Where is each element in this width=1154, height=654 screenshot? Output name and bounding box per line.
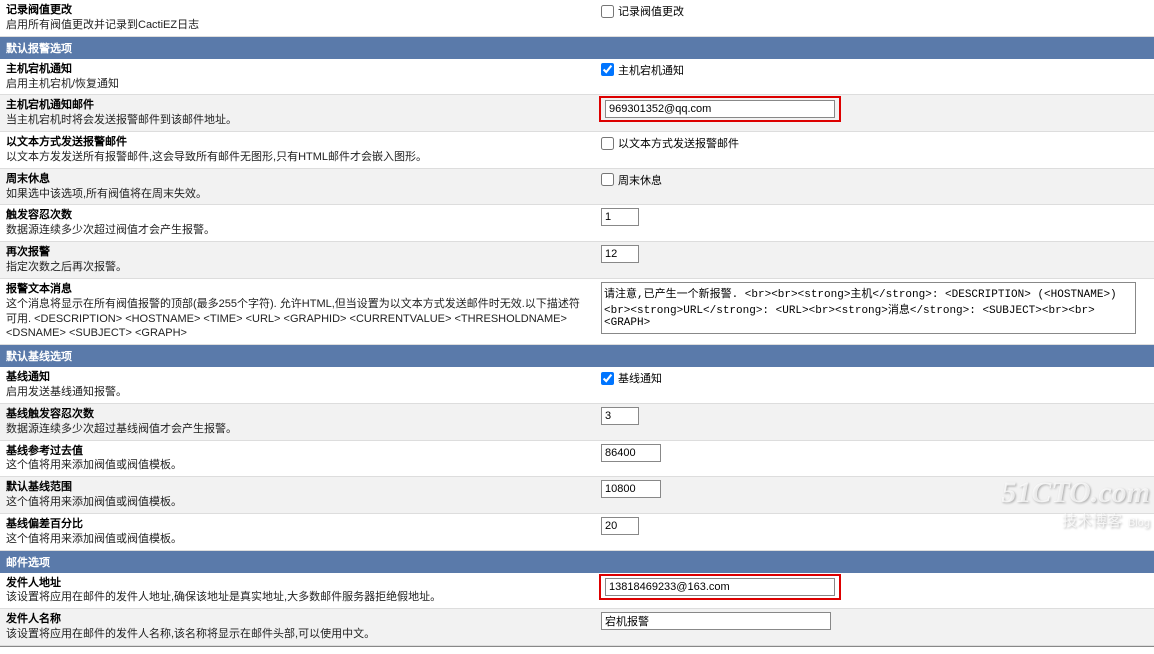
log-threshold-checkbox[interactable] bbox=[601, 5, 614, 18]
baseline-range-desc: 这个值将用来添加阀值或阀值模板。 bbox=[6, 495, 589, 510]
baseline-notify-row: 基线通知 启用发送基线通知报警。 基线通知 bbox=[0, 367, 1154, 404]
alert-section-header: 默认报警选项 bbox=[0, 37, 1154, 59]
baseline-notify-title: 基线通知 bbox=[6, 370, 589, 385]
from-name-desc: 该设置将应用在邮件的发件人名称,该名称将显示在邮件头部,可以使用中文。 bbox=[6, 627, 589, 642]
text-mail-row: 以文本方式发送报警邮件 以文本方发发送所有报警邮件,这会导致所有邮件无图形,只有… bbox=[0, 132, 1154, 169]
baseline-trigger-title: 基线触发容忍次数 bbox=[6, 407, 589, 422]
host-down-email-input[interactable] bbox=[605, 100, 835, 118]
log-threshold-checkbox-wrap[interactable]: 记录阀值更改 bbox=[601, 3, 684, 19]
baseline-notify-desc: 启用发送基线通知报警。 bbox=[6, 385, 589, 400]
host-down-notify-chk-label: 主机宕机通知 bbox=[618, 62, 684, 78]
realert-row: 再次报警 指定次数之后再次报警。 bbox=[0, 242, 1154, 279]
baseline-section-header: 默认基线选项 bbox=[0, 345, 1154, 367]
bottom-divider bbox=[0, 646, 1154, 654]
host-down-notify-checkbox[interactable] bbox=[601, 63, 614, 76]
baseline-past-desc: 这个值将用来添加阀值或阀值模板。 bbox=[6, 458, 589, 473]
from-name-input[interactable] bbox=[601, 612, 831, 630]
weekend-title: 周末休息 bbox=[6, 172, 589, 187]
baseline-past-title: 基线参考过去值 bbox=[6, 444, 589, 459]
from-name-row: 发件人名称 该设置将应用在邮件的发件人名称,该名称将显示在邮件头部,可以使用中文… bbox=[0, 609, 1154, 646]
text-mail-title: 以文本方式发送报警邮件 bbox=[6, 135, 589, 150]
text-mail-chk-label: 以文本方式发送报警邮件 bbox=[618, 135, 739, 151]
text-mail-desc: 以文本方发发送所有报警邮件,这会导致所有邮件无图形,只有HTML邮件才会嵌入图形… bbox=[6, 150, 589, 165]
trigger-count-desc: 数据源连续多少次超过阀值才会产生报警。 bbox=[6, 223, 589, 238]
baseline-range-row: 默认基线范围 这个值将用来添加阀值或阀值模板。 bbox=[0, 477, 1154, 514]
baseline-pct-row: 基线偏差百分比 这个值将用来添加阀值或阀值模板。 bbox=[0, 514, 1154, 551]
from-address-row: 发件人地址 该设置将应用在邮件的发件人地址,确保该地址是真实地址,大多数邮件服务… bbox=[0, 573, 1154, 610]
host-down-email-row: 主机宕机通知邮件 当主机宕机时将会发送报警邮件到该邮件地址。 bbox=[0, 95, 1154, 132]
log-threshold-row: 记录阀值更改 启用所有阀值更改并记录到CactiEZ日志 记录阀值更改 bbox=[0, 0, 1154, 37]
from-address-highlight bbox=[599, 574, 841, 600]
baseline-range-input[interactable] bbox=[601, 480, 661, 498]
host-down-notify-checkbox-wrap[interactable]: 主机宕机通知 bbox=[601, 62, 684, 78]
realert-input[interactable] bbox=[601, 245, 639, 263]
alert-msg-textarea[interactable]: 请注意,已产生一个新报警. <br><br><strong>主机</strong… bbox=[601, 282, 1136, 334]
weekend-checkbox-wrap[interactable]: 周末休息 bbox=[601, 172, 662, 188]
baseline-past-input[interactable] bbox=[601, 444, 661, 462]
weekend-row: 周末休息 如果选中该选项,所有阀值将在周末失效。 周末休息 bbox=[0, 169, 1154, 206]
realert-desc: 指定次数之后再次报警。 bbox=[6, 260, 589, 275]
realert-title: 再次报警 bbox=[6, 245, 589, 260]
from-address-input[interactable] bbox=[605, 578, 835, 596]
baseline-pct-input[interactable] bbox=[601, 517, 639, 535]
baseline-pct-title: 基线偏差百分比 bbox=[6, 517, 589, 532]
baseline-trigger-desc: 数据源连续多少次超过基线阀值才会产生报警。 bbox=[6, 422, 589, 437]
host-down-notify-row: 主机宕机通知 启用主机宕机/恢复通知 主机宕机通知 bbox=[0, 59, 1154, 96]
alert-msg-row: 报警文本消息 这个消息将显示在所有阀值报警的顶部(最多255个字符). 允许HT… bbox=[0, 279, 1154, 345]
weekend-checkbox[interactable] bbox=[601, 173, 614, 186]
weekend-desc: 如果选中该选项,所有阀值将在周末失效。 bbox=[6, 187, 589, 202]
baseline-notify-checkbox-wrap[interactable]: 基线通知 bbox=[601, 370, 662, 386]
baseline-trigger-row: 基线触发容忍次数 数据源连续多少次超过基线阀值才会产生报警。 bbox=[0, 404, 1154, 441]
log-threshold-title: 记录阀值更改 bbox=[6, 3, 589, 18]
baseline-range-title: 默认基线范围 bbox=[6, 480, 589, 495]
log-threshold-chk-label: 记录阀值更改 bbox=[618, 3, 684, 19]
host-down-email-title: 主机宕机通知邮件 bbox=[6, 98, 589, 113]
host-down-notify-title: 主机宕机通知 bbox=[6, 62, 589, 77]
host-down-email-highlight bbox=[599, 96, 841, 122]
baseline-past-row: 基线参考过去值 这个值将用来添加阀值或阀值模板。 bbox=[0, 441, 1154, 478]
alert-msg-desc: 这个消息将显示在所有阀值报警的顶部(最多255个字符). 允许HTML,但当设置… bbox=[6, 297, 589, 342]
weekend-chk-label: 周末休息 bbox=[618, 172, 662, 188]
text-mail-checkbox-wrap[interactable]: 以文本方式发送报警邮件 bbox=[601, 135, 739, 151]
alert-msg-title: 报警文本消息 bbox=[6, 282, 589, 297]
trigger-count-row: 触发容忍次数 数据源连续多少次超过阀值才会产生报警。 bbox=[0, 205, 1154, 242]
baseline-trigger-input[interactable] bbox=[601, 407, 639, 425]
from-name-title: 发件人名称 bbox=[6, 612, 589, 627]
from-address-desc: 该设置将应用在邮件的发件人地址,确保该地址是真实地址,大多数邮件服务器拒绝假地址… bbox=[6, 590, 589, 605]
trigger-count-input[interactable] bbox=[601, 208, 639, 226]
host-down-notify-desc: 启用主机宕机/恢复通知 bbox=[6, 77, 589, 92]
baseline-notify-chk-label: 基线通知 bbox=[618, 370, 662, 386]
settings-form: 记录阀值更改 启用所有阀值更改并记录到CactiEZ日志 记录阀值更改 默认报警… bbox=[0, 0, 1154, 654]
host-down-email-desc: 当主机宕机时将会发送报警邮件到该邮件地址。 bbox=[6, 113, 589, 128]
from-address-title: 发件人地址 bbox=[6, 576, 589, 591]
baseline-notify-checkbox[interactable] bbox=[601, 372, 614, 385]
trigger-count-title: 触发容忍次数 bbox=[6, 208, 589, 223]
mail-section-header: 邮件选项 bbox=[0, 551, 1154, 573]
text-mail-checkbox[interactable] bbox=[601, 137, 614, 150]
baseline-pct-desc: 这个值将用来添加阀值或阀值模板。 bbox=[6, 532, 589, 547]
log-threshold-desc: 启用所有阀值更改并记录到CactiEZ日志 bbox=[6, 18, 589, 33]
